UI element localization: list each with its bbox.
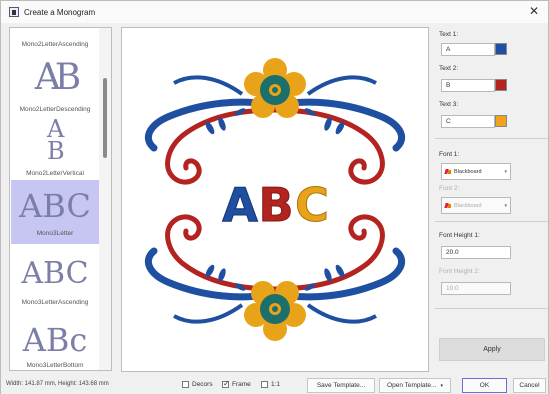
fontheight1-label: Font Height 1: [439, 232, 480, 239]
divider [435, 308, 548, 309]
monogram-design: A B C [122, 28, 428, 371]
chevron-down-icon: ▾ [504, 203, 507, 209]
style-preview-glyph: ABC [19, 187, 91, 225]
checkbox-box [261, 381, 268, 388]
text3-input[interactable]: C [441, 115, 495, 128]
dimensions-text: Width: 141.87 mm, Height: 143.68 mm [6, 381, 109, 387]
divider [435, 221, 548, 222]
text3-color-swatch[interactable] [495, 115, 507, 127]
text3-label: Text 3: [439, 101, 459, 108]
list-item-mono3letter[interactable]: ABC Mono3Letter [11, 180, 99, 244]
style-preview-glyph: A [11, 28, 99, 30]
checkbox-box [182, 381, 189, 388]
monogram-style-list[interactable]: A Mono2LetterAscending AB Mono2LetterDes… [9, 27, 112, 371]
text1-input[interactable]: A [441, 43, 495, 56]
title-bar: Create a Monogram ✕ [1, 1, 548, 23]
one-to-one-checkbox[interactable]: 1:1 [261, 381, 280, 388]
style-preview-glyph: ABc [22, 321, 88, 359]
close-icon[interactable]: ✕ [528, 5, 540, 17]
apply-button[interactable]: Apply [439, 338, 545, 361]
status-bar: Width: 141.87 mm, Height: 143.68 mm Deco… [1, 375, 548, 394]
checkbox-box [222, 379, 230, 388]
style-preview-glyph: ABC [21, 256, 89, 291]
font-icon [445, 202, 452, 209]
one-to-one-label: 1:1 [271, 381, 281, 388]
monogram-letter-c: C [295, 178, 329, 232]
text1-color-swatch[interactable] [495, 43, 507, 55]
style-preview-glyph: AB [34, 57, 81, 98]
divider [435, 138, 548, 139]
text1-label: Text 1: [439, 31, 459, 38]
chevron-down-icon: ▾ [504, 169, 507, 175]
list-item-label: Mono3Letter [36, 230, 74, 237]
settings-panel: Text 1: A Text 2: B Text 3: C Font 1: Bl… [435, 27, 548, 371]
monogram-dialog: Create a Monogram ✕ A Mono2LetterAscendi… [0, 0, 549, 394]
app-icon [9, 7, 19, 17]
decors-checkbox[interactable]: Decors [182, 381, 213, 388]
open-template-button[interactable]: Open Template... ▾ [379, 378, 451, 393]
list-scrollbar[interactable] [99, 28, 111, 370]
font2-select[interactable]: Blackboard ▾ [441, 197, 511, 214]
style-preview-glyph: AB [47, 115, 65, 165]
list-item-label: Mono2LetterVertical [26, 170, 84, 177]
ok-button[interactable]: OK [462, 378, 507, 393]
list-item-label: Mono3LetterBottom [26, 362, 84, 369]
fontheight2-input[interactable]: 10.0 [441, 282, 511, 295]
font1-label: Font 1: [439, 151, 460, 158]
text2-color-swatch[interactable] [495, 79, 507, 91]
list-item-label: Mono3LetterAscending [21, 299, 89, 306]
list-item-label: Mono2LetterDescending [19, 106, 91, 113]
frame-checkbox[interactable]: Frame [222, 379, 251, 388]
font2-value: Blackboard [454, 202, 482, 209]
scroll-thumb[interactable] [103, 78, 107, 158]
save-template-button[interactable]: Save Template... [307, 378, 375, 393]
list-item-label: Mono2LetterAscending [21, 41, 89, 48]
bottom-ornament [148, 217, 401, 341]
chevron-down-icon: ▾ [440, 382, 443, 389]
font1-select[interactable]: Blackboard ▾ [441, 163, 511, 180]
fontheight2-label: Font Height 2: [439, 268, 480, 275]
decors-label: Decors [192, 381, 213, 388]
list-item-mono3letterbottom[interactable]: ABc Mono3LetterBottom [11, 312, 99, 370]
top-ornament [148, 58, 401, 182]
window-title: Create a Monogram [24, 7, 96, 17]
monogram-letter-b: B [258, 178, 293, 232]
cancel-button[interactable]: Cancel [513, 378, 546, 393]
text2-input[interactable]: B [441, 79, 495, 92]
monogram-preview: A B C [121, 27, 429, 372]
open-template-label: Open Template... [387, 382, 437, 389]
font-icon [445, 168, 452, 175]
font1-value: Blackboard [454, 168, 482, 175]
monogram-letter-a: A [222, 178, 258, 232]
text2-label: Text 2: [439, 65, 459, 72]
frame-label: Frame [232, 381, 251, 388]
fontheight1-input[interactable]: 20.0 [441, 246, 511, 259]
font2-label: Font 2: [439, 185, 460, 192]
